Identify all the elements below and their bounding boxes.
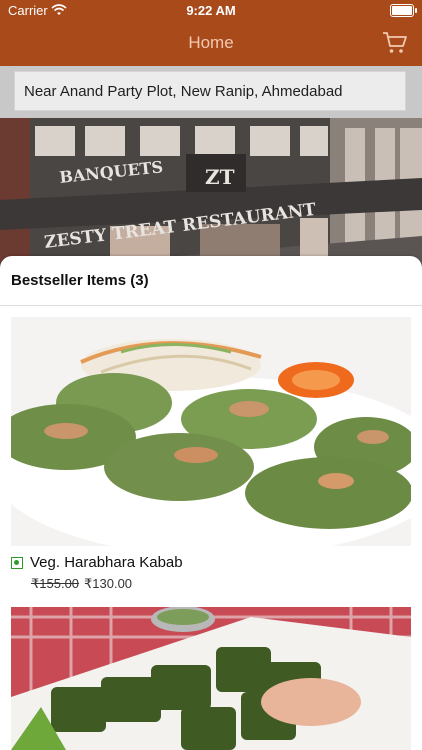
bestseller-panel: Bestseller Items (3) Veg. Harabhara Kaba… [0,256,422,750]
sign-logo-text: ZT [205,165,235,189]
restaurant-banner-image: BANQUETS ZT ZESTY TREAT RESTAURANT [0,118,422,268]
bestseller-title: Bestseller Items (3) [11,272,149,289]
item-image-paneer-tikka[interactable] [11,607,411,750]
address-text: Near Anand Party Plot, New Ranip, Ahmeda… [24,83,343,100]
veg-indicator-icon [11,557,23,569]
address-field[interactable]: Near Anand Party Plot, New Ranip, Ahmeda… [14,71,406,111]
address-bar: Near Anand Party Plot, New Ranip, Ahmeda… [0,66,422,118]
status-time: 9:22 AM [186,3,236,18]
item-price: ₹130.00 [84,576,133,591]
item-name[interactable]: Veg. Harabhara Kabab [30,554,183,571]
divider [0,305,422,306]
item-old-price: ₹155.00 [31,576,80,591]
nav-bar: Home [0,22,422,66]
item-image-harabhara-kabab[interactable] [11,317,411,546]
battery-icon [390,4,417,17]
page-title: Home [188,33,234,52]
cart-icon[interactable] [382,31,408,55]
status-bar: Carrier 9:22 AM [0,0,422,22]
